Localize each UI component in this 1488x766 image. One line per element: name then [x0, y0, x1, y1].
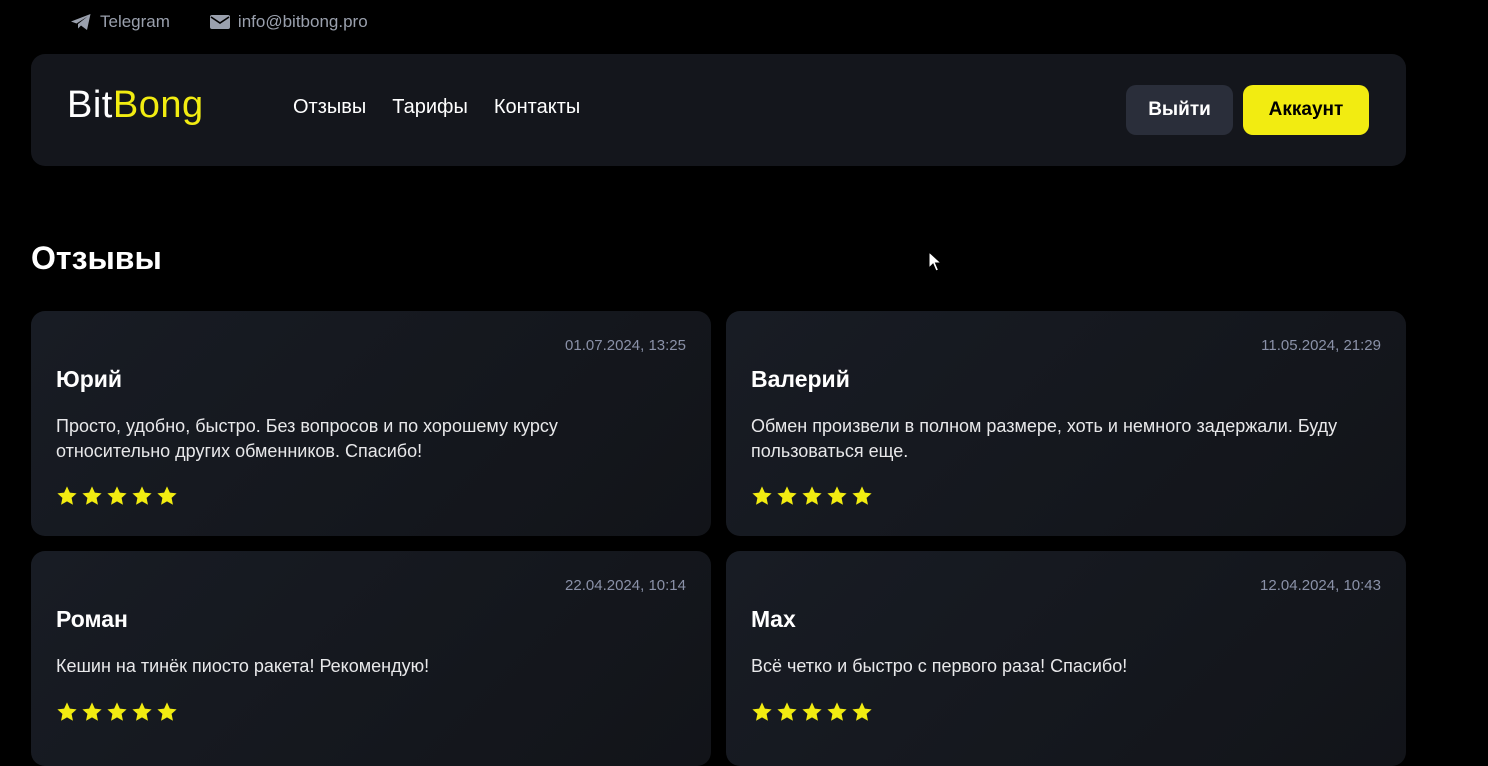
star-icon	[57, 486, 77, 505]
star-icon	[802, 702, 822, 721]
star-icon	[82, 486, 102, 505]
star-icon	[107, 702, 127, 721]
review-author: Юрий	[56, 366, 123, 392]
telegram-icon	[70, 13, 92, 31]
review-rating	[56, 485, 178, 507]
review-date: 11.05.2024, 21:29	[1261, 337, 1381, 354]
telegram-link[interactable]: Telegram	[70, 12, 170, 32]
site-logo[interactable]: BitBong	[67, 84, 204, 127]
review-date: 01.07.2024, 13:25	[565, 337, 686, 354]
review-rating	[56, 701, 178, 723]
review-author: Max	[751, 606, 796, 632]
top-contacts-bar: Telegram info@bitbong.pro	[70, 10, 368, 34]
star-icon	[852, 486, 872, 505]
star-icon	[827, 486, 847, 505]
nav-item-tariffs[interactable]: Тарифы	[392, 96, 468, 119]
nav-item-reviews[interactable]: Отзывы	[293, 96, 366, 119]
telegram-label: Telegram	[100, 12, 170, 31]
review-author: Роман	[56, 606, 128, 632]
review-text: Просто, удобно, быстро. Без вопросов и п…	[56, 416, 558, 461]
site-header: BitBong Отзывы Тарифы Контакты Выйти Акк…	[31, 54, 1406, 166]
review-card: 12.04.2024, 10:43 Max Всё четко и быстро…	[726, 551, 1406, 766]
logo-part-bit: Bit	[67, 84, 113, 126]
nav-item-contacts[interactable]: Контакты	[494, 96, 580, 119]
star-icon	[827, 702, 847, 721]
review-card: 22.04.2024, 10:14 Роман Кешин на тинёк п…	[31, 551, 711, 766]
review-author: Валерий	[751, 366, 850, 392]
review-text: Обмен произвели в полном размере, хоть и…	[751, 416, 1338, 461]
reviews-title: Отзывы	[31, 240, 162, 276]
review-rating	[751, 701, 873, 723]
email-label: info@bitbong.pro	[237, 12, 368, 31]
account-button[interactable]: Аккаунт	[1243, 85, 1369, 135]
star-icon	[802, 486, 822, 505]
star-icon	[777, 702, 797, 721]
mouse-cursor-icon	[928, 250, 943, 278]
star-icon	[57, 702, 77, 721]
star-icon	[752, 486, 772, 505]
star-icon	[82, 702, 102, 721]
reviews-grid: 01.07.2024, 13:25 Юрий Просто, удобно, б…	[31, 311, 1406, 766]
star-icon	[107, 486, 127, 505]
logout-button[interactable]: Выйти	[1126, 85, 1233, 135]
star-icon	[852, 702, 872, 721]
star-icon	[157, 702, 177, 721]
review-text: Кешин на тинёк пиосто ракета! Рекомендую…	[56, 656, 430, 676]
main-nav: Отзывы Тарифы Контакты	[293, 96, 580, 119]
star-icon	[777, 486, 797, 505]
logo-part-bong: Bong	[112, 84, 204, 126]
review-card: 11.05.2024, 21:29 Валерий Обмен произвел…	[726, 311, 1406, 536]
review-text: Всё четко и быстро с первого раза! Спаси…	[751, 656, 1128, 676]
review-date: 12.04.2024, 10:43	[1260, 577, 1381, 594]
review-rating	[751, 485, 873, 507]
star-icon	[752, 702, 772, 721]
star-icon	[157, 486, 177, 505]
review-card: 01.07.2024, 13:25 Юрий Просто, удобно, б…	[31, 311, 711, 536]
email-link[interactable]: info@bitbong.pro	[209, 12, 368, 32]
review-date: 22.04.2024, 10:14	[565, 577, 686, 594]
star-icon	[132, 486, 152, 505]
mail-icon	[209, 14, 230, 30]
star-icon	[132, 702, 152, 721]
